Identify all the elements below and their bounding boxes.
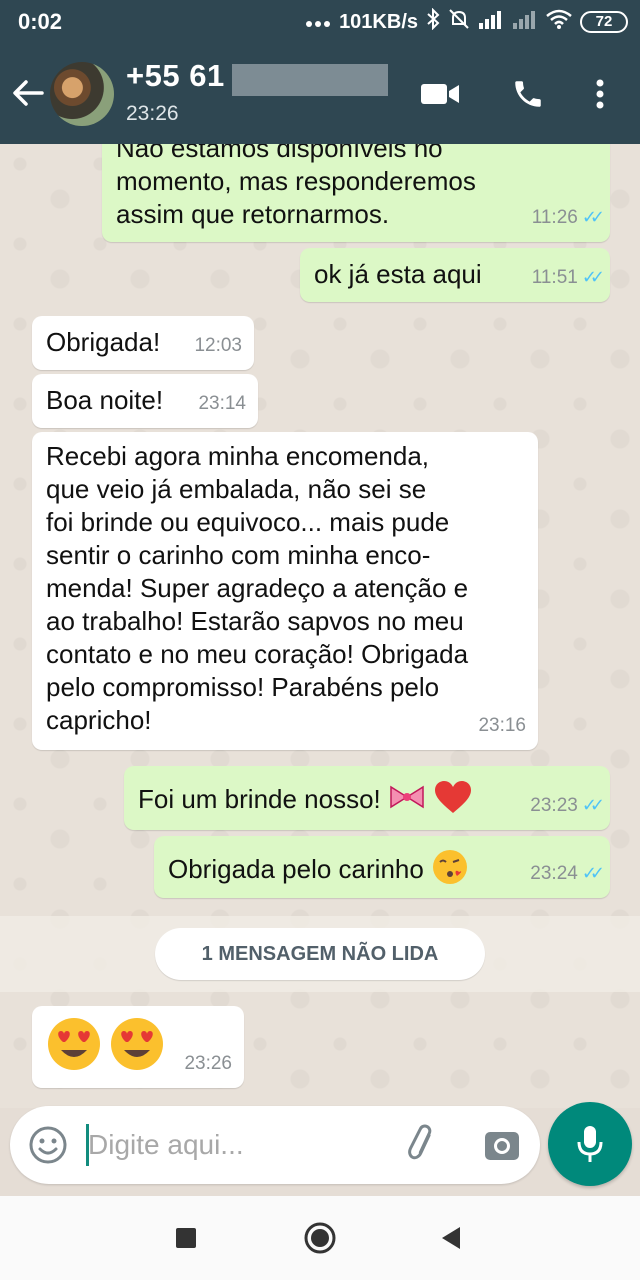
message-line: foi brinde ou equivoco... mais pude — [46, 507, 450, 537]
video-camera-icon — [421, 84, 459, 104]
status-icons: 101KB/s 72 — [305, 7, 628, 36]
message-text: Foi um brinde nosso! — [138, 783, 381, 814]
face-blowing-kiss-emoji — [431, 848, 469, 894]
message-time: 23:14 — [198, 393, 246, 414]
message-time: 23:24 — [530, 863, 578, 884]
back-button[interactable] — [430, 1218, 470, 1258]
avatar[interactable] — [50, 62, 114, 126]
signal-icon — [478, 9, 504, 35]
smiley-icon — [29, 1126, 67, 1164]
unread-divider: 1 MENSAGEM NÃO LIDA — [0, 916, 640, 992]
message-meta: 23:14 — [198, 387, 246, 420]
message-line: ao trabalho! Estarão sapvos no meu — [46, 606, 464, 636]
red-heart-emoji — [433, 779, 473, 823]
message-meta: 23:26 — [184, 1047, 232, 1080]
network-speed: 101KB/s — [339, 10, 418, 33]
message-time: 12:03 — [194, 335, 242, 356]
read-ticks-icon: ✓✓ — [581, 795, 605, 815]
redacted-number — [232, 64, 388, 96]
unread-banner: 1 MENSAGEM NÃO LIDA — [155, 928, 485, 980]
read-ticks-icon: ✓✓ — [581, 267, 605, 287]
battery-icon: 72 — [580, 11, 628, 33]
heart-eyes-emoji — [46, 1016, 102, 1080]
message-line: sentir o carinho com minha enco- — [46, 540, 431, 570]
message-outgoing[interactable]: Foi um brinde nosso! 23:23 ✓✓ — [124, 766, 610, 830]
ribbon-emoji — [388, 782, 426, 820]
message-line: menda! Super agradeço a atenção e — [46, 573, 469, 603]
message-line: momento, mas responderemos — [116, 166, 476, 196]
composer-bar — [0, 1098, 640, 1196]
message-outgoing[interactable]: ok já esta aqui 11:51 ✓✓ — [300, 248, 610, 302]
chat-header: +55 61 23:26 — [0, 44, 640, 144]
message-meta: 11:26 ✓✓ — [531, 201, 605, 234]
message-incoming[interactable]: Obrigada! 12:03 — [32, 316, 254, 370]
read-ticks-icon: ✓✓ — [581, 863, 605, 883]
read-ticks-icon: ✓✓ — [581, 207, 605, 227]
video-call-button[interactable] — [418, 72, 462, 116]
heart-eyes-emoji — [109, 1016, 165, 1080]
bluetooth-icon — [426, 7, 440, 36]
message-meta: 23:23 ✓✓ — [530, 789, 605, 822]
message-line: pelo compromisso! Parabéns pelo — [46, 672, 440, 702]
message-meta: 23:24 ✓✓ — [530, 857, 605, 890]
message-incoming[interactable]: 23:26 — [32, 1006, 244, 1088]
mute-icon — [448, 8, 470, 36]
phone-icon — [515, 81, 541, 107]
message-input[interactable] — [88, 1120, 378, 1170]
message-line: Recebi agora minha encomenda, — [46, 441, 430, 471]
back-triangle-icon — [442, 1227, 460, 1249]
system-nav-bar — [0, 1196, 640, 1280]
paperclip-icon — [408, 1124, 432, 1160]
message-line: contato e no meu coração! Obrigada — [46, 639, 469, 669]
camera-icon — [485, 1132, 519, 1160]
wifi-icon — [546, 9, 572, 35]
message-meta: 11:51 ✓✓ — [531, 261, 605, 294]
dots-icon — [305, 11, 331, 34]
attach-button[interactable] — [402, 1124, 444, 1171]
composer — [10, 1106, 540, 1184]
message-outgoing[interactable]: Não estamos disponíveis no momento, mas … — [102, 144, 610, 242]
status-time: 0:02 — [18, 9, 63, 34]
message-meta: 12:03 — [194, 329, 242, 362]
recents-button[interactable] — [166, 1218, 206, 1258]
more-options-button[interactable] — [578, 72, 622, 116]
message-line: Não estamos disponíveis no — [116, 144, 443, 163]
home-button[interactable] — [300, 1218, 340, 1258]
message-time: 11:26 — [531, 207, 578, 228]
voice-record-button[interactable] — [548, 1102, 632, 1186]
message-time: 23:26 — [184, 1053, 232, 1074]
square-icon — [176, 1228, 196, 1248]
message-meta: 23:16 — [478, 709, 526, 742]
message-line: capricho! — [46, 705, 152, 735]
message-line: assim que retornarmos. — [116, 199, 390, 229]
message-line: que veio já embalada, não sei se — [46, 474, 427, 504]
last-seen: 23:26 — [126, 102, 179, 125]
microphone-icon — [577, 1126, 603, 1162]
chat-area[interactable]: Não estamos disponíveis no momento, mas … — [0, 144, 640, 1108]
message-text: Obrigada pelo carinho — [168, 853, 424, 884]
kebab-menu-icon — [596, 79, 604, 109]
message-outgoing[interactable]: Obrigada pelo carinho 23:24 ✓✓ — [154, 836, 610, 898]
message-time: 23:23 — [530, 795, 578, 816]
status-bar: 0:02 101KB/s 72 — [0, 0, 640, 44]
message-time: 23:16 — [478, 715, 526, 736]
emoji-button[interactable] — [28, 1125, 68, 1170]
back-arrow-icon[interactable] — [10, 74, 48, 112]
camera-button[interactable] — [482, 1125, 522, 1170]
home-circle-icon — [304, 1222, 336, 1254]
contact-name[interactable]: +55 61 — [126, 58, 225, 94]
voice-call-button[interactable] — [506, 72, 550, 116]
message-incoming[interactable]: Recebi agora minha encomenda, que veio j… — [32, 432, 538, 750]
message-incoming[interactable]: Boa noite! 23:14 — [32, 374, 258, 428]
signal-weak-icon — [512, 9, 538, 35]
message-time: 11:51 — [531, 267, 578, 288]
